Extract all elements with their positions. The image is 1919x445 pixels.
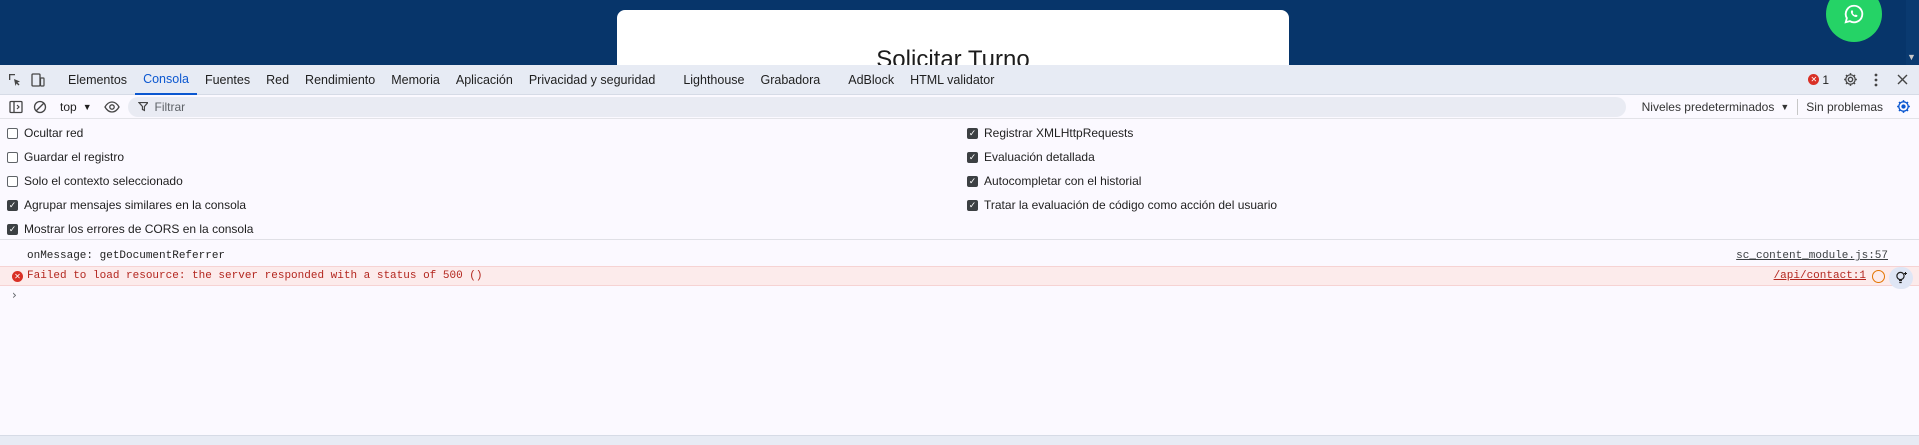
tab-html-validator[interactable]: HTML validator — [902, 65, 1002, 95]
setting-label: Ocultar red — [24, 126, 84, 140]
console-toolbar: top ▼ Niveles predeterminados ▼ Sin prob… — [0, 95, 1919, 119]
tab-privacidad[interactable]: Privacidad y seguridad — [521, 65, 663, 95]
setting-label: Guardar el registro — [24, 150, 125, 164]
setting-preserve-log[interactable]: Guardar el registro — [7, 149, 124, 165]
console-message: onMessage: getDocumentReferrer sc_conten… — [0, 246, 1919, 266]
console-settings-gear-icon[interactable] — [1891, 96, 1915, 118]
page-heading: Solicitar Turno — [876, 46, 1030, 65]
tab-consola[interactable]: Consola — [135, 65, 197, 95]
network-request-icon[interactable] — [1872, 270, 1885, 283]
setting-label: Autocompletar con el historial — [984, 174, 1142, 188]
checkbox[interactable] — [7, 151, 18, 163]
scroll-down-icon[interactable]: ▼ — [1907, 52, 1916, 62]
tab-grabadora[interactable]: Grabadora — [752, 65, 828, 95]
chevron-down-icon: ▼ — [1780, 101, 1790, 112]
eye-icon[interactable] — [100, 96, 124, 118]
checkbox-checked[interactable]: ✓ — [7, 199, 18, 211]
tab-lighthouse[interactable]: Lighthouse — [675, 65, 752, 95]
filter-box[interactable] — [127, 96, 1626, 117]
setting-selected-context-only[interactable]: Solo el contexto seleccionado — [7, 173, 183, 189]
tab-aplicacion[interactable]: Aplicación — [448, 65, 521, 95]
bottom-drawer-bar — [0, 435, 1919, 445]
page-viewport: Solicitar Turno ▼ — [0, 0, 1919, 65]
console-prompt-caret[interactable]: › — [12, 288, 17, 302]
checkbox-checked[interactable]: ✓ — [967, 127, 978, 139]
filter-input[interactable] — [154, 99, 1626, 114]
whatsapp-button[interactable] — [1826, 0, 1882, 42]
log-levels-label: Niveles predeterminados — [1641, 99, 1775, 114]
console-settings-pane: Ocultar red Guardar el registro Solo el … — [0, 120, 1919, 240]
checkbox-checked[interactable]: ✓ — [967, 175, 978, 187]
close-icon[interactable] — [1891, 69, 1913, 91]
message-text: Failed to load resource: the server resp… — [27, 270, 483, 282]
page-card: Solicitar Turno — [617, 10, 1289, 65]
tab-rendimiento[interactable]: Rendimiento — [297, 65, 383, 95]
context-value: top — [60, 99, 77, 114]
setting-label: Registrar XMLHttpRequests — [984, 126, 1134, 140]
more-options-icon[interactable] — [1865, 69, 1887, 91]
tab-fuentes[interactable]: Fuentes — [197, 65, 258, 95]
error-count: 1 — [1822, 72, 1829, 87]
tab-adblock[interactable]: AdBlock — [840, 65, 902, 95]
setting-label: Tratar la evaluación de código como acci… — [984, 198, 1278, 212]
setting-label: Evaluación detallada — [984, 150, 1095, 164]
error-icon: ✕ — [1808, 74, 1820, 85]
lightbulb-icon — [1895, 271, 1907, 284]
log-levels-dropdown[interactable]: Niveles predeterminados ▼ — [1634, 100, 1798, 114]
setting-group-similar[interactable]: ✓ Agrupar mensajes similares en la conso… — [7, 197, 246, 213]
setting-label: Solo el contexto seleccionado — [24, 174, 183, 188]
issues-indicator[interactable]: Sin problemas — [1798, 100, 1891, 114]
gear-icon[interactable] — [1839, 69, 1861, 91]
device-toolbar-icon[interactable] — [26, 69, 48, 91]
setting-label: Agrupar mensajes similares en la consola — [24, 198, 247, 212]
console-messages: onMessage: getDocumentReferrer sc_conten… — [0, 241, 1919, 431]
setting-hide-network[interactable]: Ocultar red — [7, 125, 83, 141]
tab-red[interactable]: Red — [258, 65, 297, 95]
checkbox[interactable] — [7, 175, 18, 187]
setting-autocomplete-history[interactable]: ✓ Autocompletar con el historial — [967, 173, 1141, 189]
error-icon: ✕ — [12, 271, 23, 282]
checkbox-checked[interactable]: ✓ — [967, 199, 978, 211]
console-error-message: ✕ Failed to load resource: the server re… — [0, 266, 1919, 289]
message-source-link[interactable]: /api/contact:1 — [1774, 270, 1866, 282]
chevron-down-icon: ▼ — [82, 101, 92, 112]
setting-log-xhr[interactable]: ✓ Registrar XMLHttpRequests — [967, 125, 1133, 141]
checkbox-checked[interactable]: ✓ — [7, 223, 18, 235]
setting-label: Mostrar los errores de CORS en la consol… — [24, 222, 254, 236]
whatsapp-icon — [1844, 4, 1864, 24]
context-selector[interactable]: top ▼ — [52, 100, 100, 114]
inspect-element-icon[interactable] — [4, 69, 26, 91]
clear-console-icon[interactable] — [28, 96, 52, 118]
setting-eager-evaluation[interactable]: ✓ Evaluación detallada — [967, 149, 1095, 165]
ai-insight-button[interactable] — [1889, 267, 1913, 289]
tab-memoria[interactable]: Memoria — [383, 65, 448, 95]
error-count-badge[interactable]: ✕ 1 — [1802, 73, 1835, 87]
devtools-tabbar: Elementos Consola Fuentes Red Rendimient… — [0, 65, 1919, 95]
filter-icon — [137, 101, 149, 112]
message-text: onMessage: getDocumentReferrer — [27, 250, 226, 262]
tab-elementos[interactable]: Elementos — [60, 65, 135, 95]
sidebar-toggle-icon[interactable] — [4, 96, 28, 118]
checkbox[interactable] — [7, 127, 18, 139]
setting-user-gesture[interactable]: ✓ Tratar la evaluación de código como ac… — [967, 197, 1277, 213]
setting-show-cors-errors[interactable]: ✓ Mostrar los errores de CORS en la cons… — [7, 221, 253, 237]
message-source-link[interactable]: sc_content_module.js:57 — [1736, 250, 1888, 262]
checkbox-checked[interactable]: ✓ — [967, 151, 978, 163]
